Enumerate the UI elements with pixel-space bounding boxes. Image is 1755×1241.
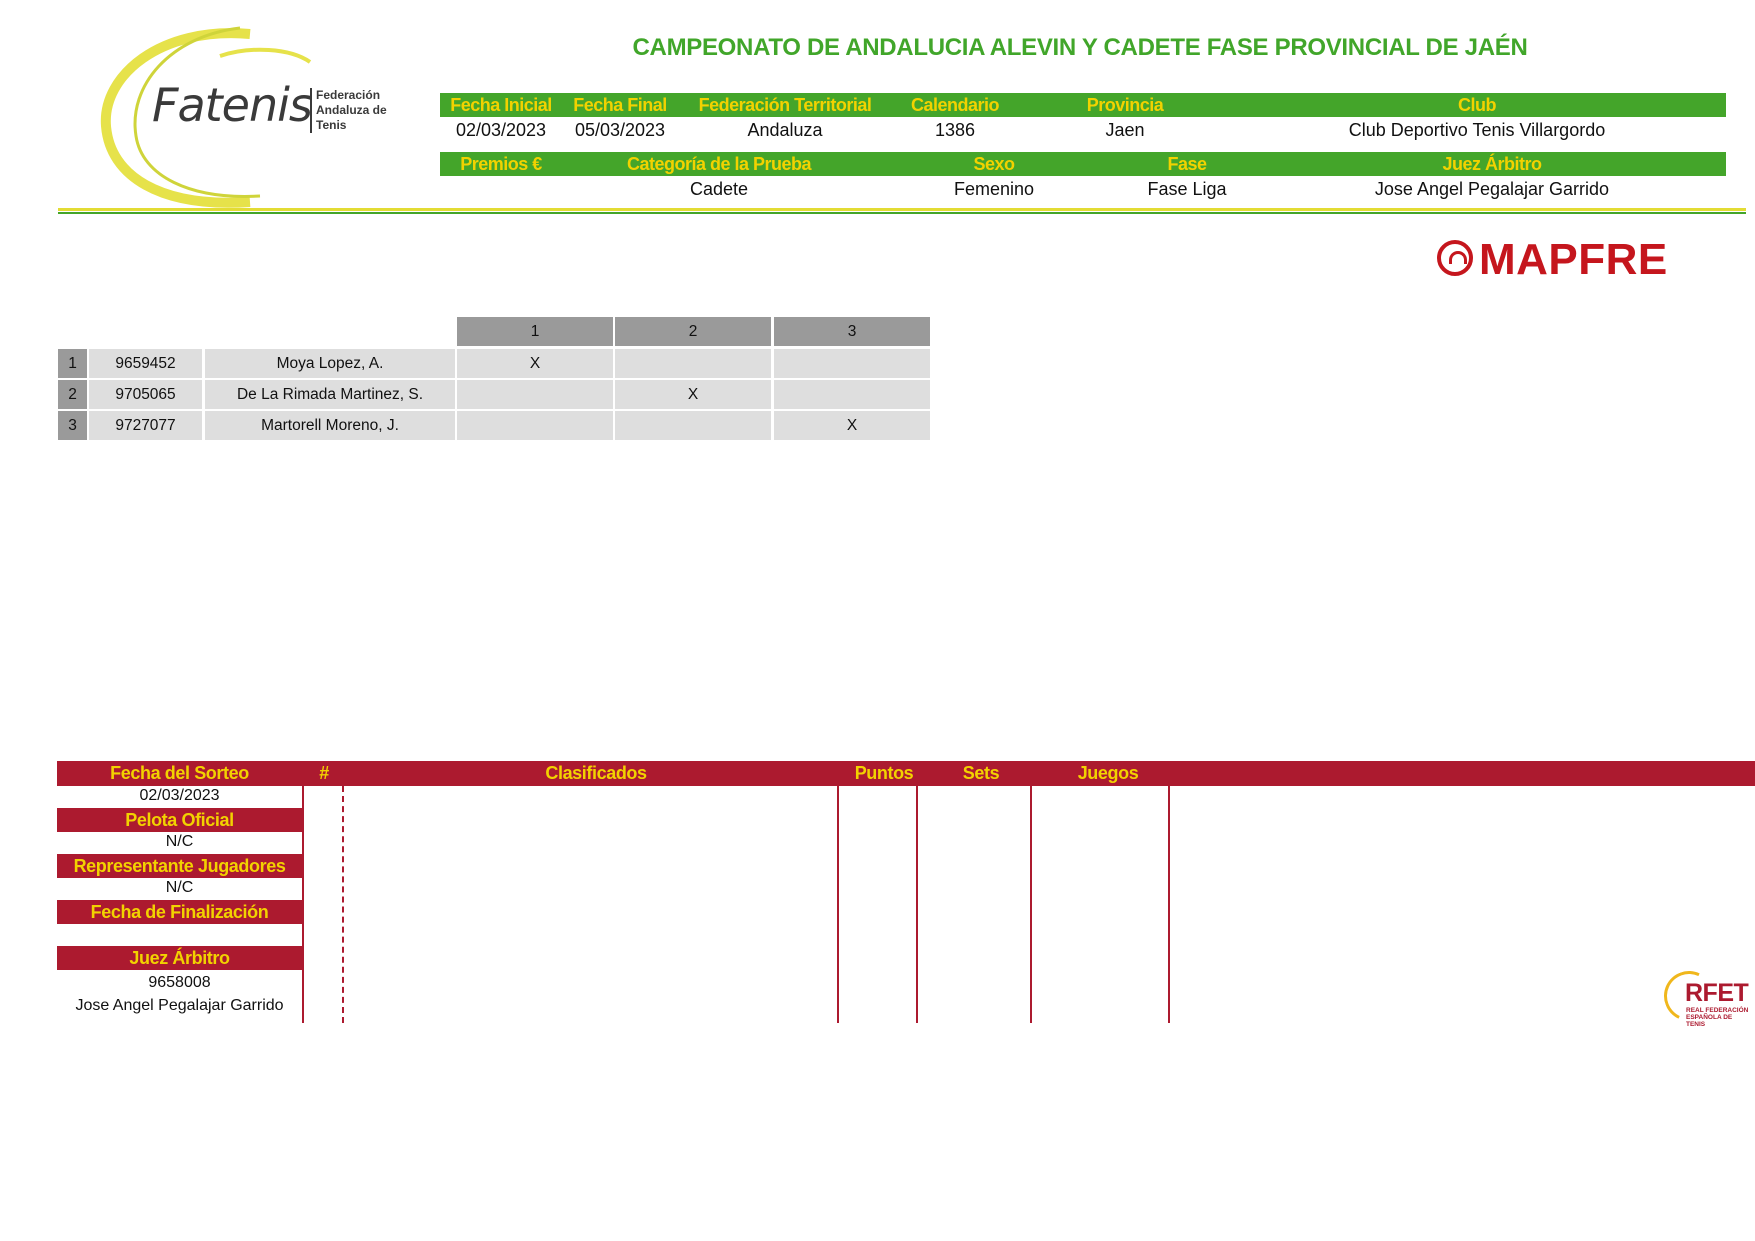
header-juegos: Juegos (1077, 763, 1139, 783)
fecha-sorteo-value: 02/03/2023 (139, 787, 220, 804)
draw-cell (774, 380, 930, 409)
draw-row-player-name: Martorell Moreno, J. (205, 411, 455, 440)
results-column-divider (1030, 786, 1032, 1023)
draw-row-license: 9659452 (89, 349, 202, 378)
results-column-divider (1168, 786, 1170, 1023)
draw-row-player-name: Moya Lopez, A. (205, 349, 455, 378)
draw-row-number: 3 (58, 411, 87, 440)
value-fecha-final: 05/03/2023 (574, 120, 666, 140)
rfet-sub-line: ESPAÑOLA DE TENIS (1686, 1014, 1733, 1028)
draw-column-header: 2 (615, 317, 771, 346)
rfet-subtitle: REAL FEDERACIÓN ESPAÑOLA DE TENIS (1686, 1007, 1752, 1028)
results-header-band: Fecha del Sorteo # Clasificados Puntos S… (57, 761, 1755, 786)
logo-wordmark: Fatenis (152, 78, 313, 132)
pelota-oficial-value: N/C (165, 833, 194, 850)
header-clasificados: Clasificados (545, 763, 647, 783)
header-divider-yellow (58, 208, 1746, 211)
draw-cell (615, 349, 771, 378)
draw-cell (457, 380, 613, 409)
header-divider-green (58, 212, 1746, 214)
fecha-finalizacion-value (57, 923, 302, 944)
rfet-wordmark: RFET (1685, 979, 1749, 1007)
results-column-divider (916, 786, 918, 1023)
pelota-oficial-label: Pelota Oficial (57, 808, 302, 832)
draw-cell: X (615, 380, 771, 409)
value-fecha-inicial: 02/03/2023 (455, 120, 547, 140)
logo-sub-line: Federación (316, 88, 381, 102)
info-header-band-2: Premios € Categoría de la Prueba Sexo Fa… (440, 152, 1726, 176)
header-fecha-sorteo: Fecha del Sorteo (110, 763, 249, 783)
header-fecha-inicial: Fecha Inicial (450, 95, 552, 115)
page-title: CAMPEONATO DE ANDALUCIA ALEVIN Y CADETE … (632, 34, 1528, 61)
results-column-divider (302, 786, 304, 1023)
header-provincia: Provincia (1086, 95, 1164, 115)
header-sexo: Sexo (973, 154, 1015, 174)
results-column-divider (837, 786, 839, 1023)
value-categoria: Cadete (689, 179, 749, 199)
juez-arbitro-id: 9658008 (148, 974, 211, 991)
header-categoria: Categoría de la Prueba (626, 154, 812, 174)
logo-sub-line: Andaluza de (316, 103, 387, 117)
logo-subtitle: Federación Andaluza de Tenis (310, 88, 387, 133)
header-juez-arbitro: Juez Árbitro (1442, 154, 1542, 174)
header-calendario: Calendario (910, 95, 1000, 115)
juez-arbitro-name: Jose Angel Pegalajar Garrido (75, 997, 284, 1014)
mapfre-wordmark: MAPFRE (1479, 235, 1668, 284)
value-premios (440, 177, 562, 201)
value-calendario: 1386 (934, 120, 976, 140)
info-header-band-1: Fecha Inicial Fecha Final Federación Ter… (440, 93, 1726, 117)
header-federacion: Federación Territorial (698, 95, 872, 115)
header-sets: Sets (962, 763, 1000, 783)
draw-row-player-name: De La Rimada Martinez, S. (205, 380, 455, 409)
value-juez-arbitro: Jose Angel Pegalajar Garrido (1374, 179, 1610, 199)
header-premios: Premios € (460, 154, 542, 174)
header-puntos: Puntos (854, 763, 914, 783)
fatenis-logo: Fatenis Federación Andaluza de Tenis (100, 26, 400, 208)
draw-row-license: 9727077 (89, 411, 202, 440)
header-position: # (319, 763, 329, 783)
value-sexo: Femenino (953, 179, 1035, 199)
draw-cell: X (457, 349, 613, 378)
header-fase: Fase (1167, 154, 1207, 174)
draw-cell (457, 411, 613, 440)
header-club: Club (1458, 95, 1497, 115)
fecha-finalizacion-label: Fecha de Finalización (57, 900, 302, 924)
draw-cell (615, 411, 771, 440)
representante-value: N/C (165, 879, 194, 896)
draw-column-header: 1 (457, 317, 613, 346)
header-fecha-final: Fecha Final (573, 95, 667, 115)
mapfre-emblem-icon (1437, 240, 1473, 276)
results-column-divider (342, 786, 344, 1023)
representante-label: Representante Jugadores (57, 854, 302, 878)
draw-cell (774, 349, 930, 378)
draw-column-header: 3 (774, 317, 930, 346)
value-federacion: Andaluza (747, 120, 823, 140)
juez-arbitro-label: Juez Árbitro (57, 946, 302, 970)
value-fase: Fase Liga (1147, 179, 1227, 199)
rfet-logo: RFET REAL FEDERACIÓN ESPAÑOLA DE TENIS (1656, 963, 1752, 1029)
draw-row-number: 1 (58, 349, 87, 378)
value-provincia: Jaen (1105, 120, 1145, 140)
draw-cell: X (774, 411, 930, 440)
value-club: Club Deportivo Tenis Villargordo (1348, 120, 1606, 140)
rfet-sub-line: REAL FEDERACIÓN (1686, 1007, 1749, 1014)
draw-row-license: 9705065 (89, 380, 202, 409)
logo-sub-line: Tenis (316, 118, 347, 132)
draw-row-number: 2 (58, 380, 87, 409)
mapfre-logo: MAPFRE (1437, 234, 1711, 286)
